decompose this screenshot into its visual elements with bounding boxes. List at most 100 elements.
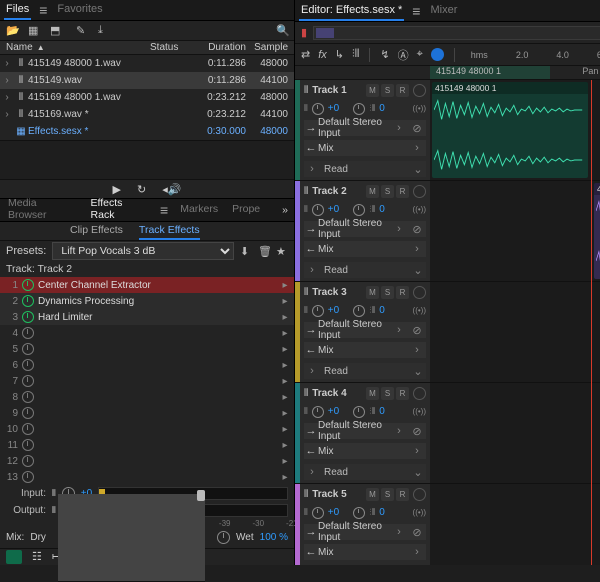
fx-icon[interactable]: fx (318, 49, 327, 61)
volume-value[interactable]: +0 (328, 507, 339, 518)
track-input-selector[interactable]: → Default Stereo Input ›⊘ (304, 423, 426, 439)
grip-icon[interactable]: ⫴ (304, 388, 308, 399)
file-row[interactable]: › ⫴ 415149 48000 1.wav 0:11.286 48000 (0, 55, 294, 72)
mute-button[interactable]: M (366, 488, 379, 501)
file-row[interactable]: › ⫴ 415169 48000 1.wav 0:23.212 48000 (0, 89, 294, 106)
power-icon[interactable] (22, 423, 34, 435)
delete-preset-icon[interactable]: 🗑 (258, 245, 270, 257)
track-lane[interactable]: 415149 48000 1 (430, 80, 600, 180)
presets-dropdown[interactable]: Lift Pop Vocals 3 dB (52, 242, 234, 260)
rack-power-icon[interactable] (6, 550, 22, 564)
playhead[interactable] (591, 80, 592, 565)
file-row[interactable]: ▦ Effects.sesx * 0:30.000 48000 (0, 123, 294, 140)
slot-menu-icon[interactable]: ▸ (280, 328, 290, 339)
power-icon[interactable] (22, 343, 34, 355)
record-file-icon[interactable]: ⬒ (50, 24, 62, 36)
volume-value[interactable]: +0 (328, 204, 339, 215)
effect-slot[interactable]: 9 ▸ (0, 405, 294, 421)
track-lane[interactable]: 415149 48000 1 (430, 181, 600, 281)
power-icon[interactable] (22, 279, 34, 291)
mix-value[interactable]: 100 % (260, 532, 288, 543)
pan-knob[interactable] (353, 204, 365, 216)
effect-slot[interactable]: 4 ▸ (0, 325, 294, 341)
track-name[interactable]: Track 4 (312, 388, 362, 399)
save-preset-icon[interactable]: ⬇ (240, 245, 252, 257)
solo-button[interactable]: S (381, 488, 394, 501)
track-lane[interactable] (430, 484, 600, 565)
effect-slot[interactable]: 5 ▸ (0, 341, 294, 357)
search-icon[interactable]: 🔍 (276, 24, 288, 36)
panel-menu-icon[interactable]: ≡ (160, 203, 168, 217)
col-status[interactable]: Status (150, 42, 192, 53)
monitor-input-icon[interactable]: ((•)) (413, 205, 426, 214)
track-output-selector[interactable]: ← Mix › (304, 140, 426, 156)
effect-slot[interactable]: 13 ▸ (0, 469, 294, 485)
arm-record-button[interactable]: R (396, 286, 409, 299)
slot-menu-icon[interactable]: ▸ (280, 344, 290, 355)
volume-value[interactable]: +0 (328, 305, 339, 316)
expand-icon[interactable]: › (0, 75, 14, 86)
power-icon[interactable] (22, 311, 34, 323)
open-file-icon[interactable]: 📂 (6, 24, 18, 36)
automation-mode[interactable]: ›Read⌄ (304, 262, 426, 278)
sends-icon[interactable]: ↳ (335, 48, 344, 61)
track-name[interactable]: Track 5 (312, 489, 362, 500)
subtab-track-effects[interactable]: Track Effects (139, 222, 200, 240)
monitor-button[interactable] (413, 84, 426, 97)
autoplay-icon[interactable]: ◂🔊 (162, 183, 181, 196)
tab-markers[interactable]: Markers (178, 200, 220, 220)
pan-knob[interactable] (353, 103, 365, 115)
effect-slot[interactable]: 6 ▸ (0, 357, 294, 373)
grip-icon[interactable]: ⫴ (304, 287, 308, 298)
insert-icon[interactable]: ⤓ (98, 24, 110, 36)
power-icon[interactable] (22, 327, 34, 339)
clip-name-label[interactable]: 415149 48000 1 (430, 66, 550, 79)
effect-slot[interactable]: 1 Center Channel Extractor ▸ (0, 277, 294, 293)
envelope-icon[interactable]: ↯ (380, 48, 389, 61)
track-lane[interactable] (430, 282, 600, 382)
track-name[interactable]: Track 1 (312, 85, 362, 96)
volume-value[interactable]: +0 (328, 103, 339, 114)
time-ruler[interactable]: hms 2.0 4.0 6.0 (465, 50, 600, 60)
effect-slot[interactable]: 12 ▸ (0, 453, 294, 469)
new-file-icon[interactable]: ▦ (28, 24, 40, 36)
snap-icon[interactable]: ⌖ (417, 48, 423, 61)
power-icon[interactable] (22, 455, 34, 467)
slot-menu-icon[interactable]: ▸ (280, 456, 290, 467)
power-icon[interactable] (22, 391, 34, 403)
slot-menu-icon[interactable]: ▸ (280, 440, 290, 451)
monitor-input-icon[interactable]: ((•)) (413, 306, 426, 315)
effect-slot[interactable]: 8 ▸ (0, 389, 294, 405)
pan-value[interactable]: 0 (379, 305, 385, 316)
mute-button[interactable]: M (366, 286, 379, 299)
power-icon[interactable] (22, 439, 34, 451)
audio-clip[interactable]: 415149 48000 1 (594, 183, 600, 279)
edit-icon[interactable]: ✎ (76, 24, 88, 36)
slot-menu-icon[interactable]: ▸ (280, 376, 290, 387)
mute-button[interactable]: M (366, 84, 379, 97)
ripple-icon[interactable] (431, 48, 444, 61)
slot-menu-icon[interactable]: ▸ (280, 472, 290, 483)
power-icon[interactable] (22, 407, 34, 419)
track-output-selector[interactable]: ← Mix › (304, 342, 426, 358)
volume-knob[interactable] (312, 204, 324, 216)
track-input-selector[interactable]: → Default Stereo Input ›⊘ (304, 524, 426, 540)
power-icon[interactable] (22, 471, 34, 483)
volume-knob[interactable] (312, 406, 324, 418)
automation-mode[interactable]: ›Read⌄ (304, 161, 426, 177)
arm-record-button[interactable]: R (396, 185, 409, 198)
tracks-area[interactable]: ⫴ Track 1 M S R ⫴ +0 ⫶⫴ 0 ((•)) (295, 80, 600, 565)
solo-button[interactable]: S (381, 387, 394, 400)
file-row[interactable]: › ⫴ 415149.wav 0:11.286 44100 (0, 72, 294, 89)
track-name[interactable]: Track 2 (312, 186, 362, 197)
slot-menu-icon[interactable]: ▸ (280, 424, 290, 435)
pan-knob[interactable] (353, 305, 365, 317)
track-output-selector[interactable]: ← Mix › (304, 544, 426, 560)
track-output-selector[interactable]: ← Mix › (304, 443, 426, 459)
slot-menu-icon[interactable]: ▸ (280, 312, 290, 323)
automation-mode[interactable]: ›Read⌄ (304, 363, 426, 379)
tab-favorites[interactable]: Favorites (55, 0, 104, 20)
track-lane[interactable] (430, 383, 600, 483)
volume-knob[interactable] (312, 507, 324, 519)
panel-menu-icon[interactable]: ≡ (412, 4, 420, 18)
